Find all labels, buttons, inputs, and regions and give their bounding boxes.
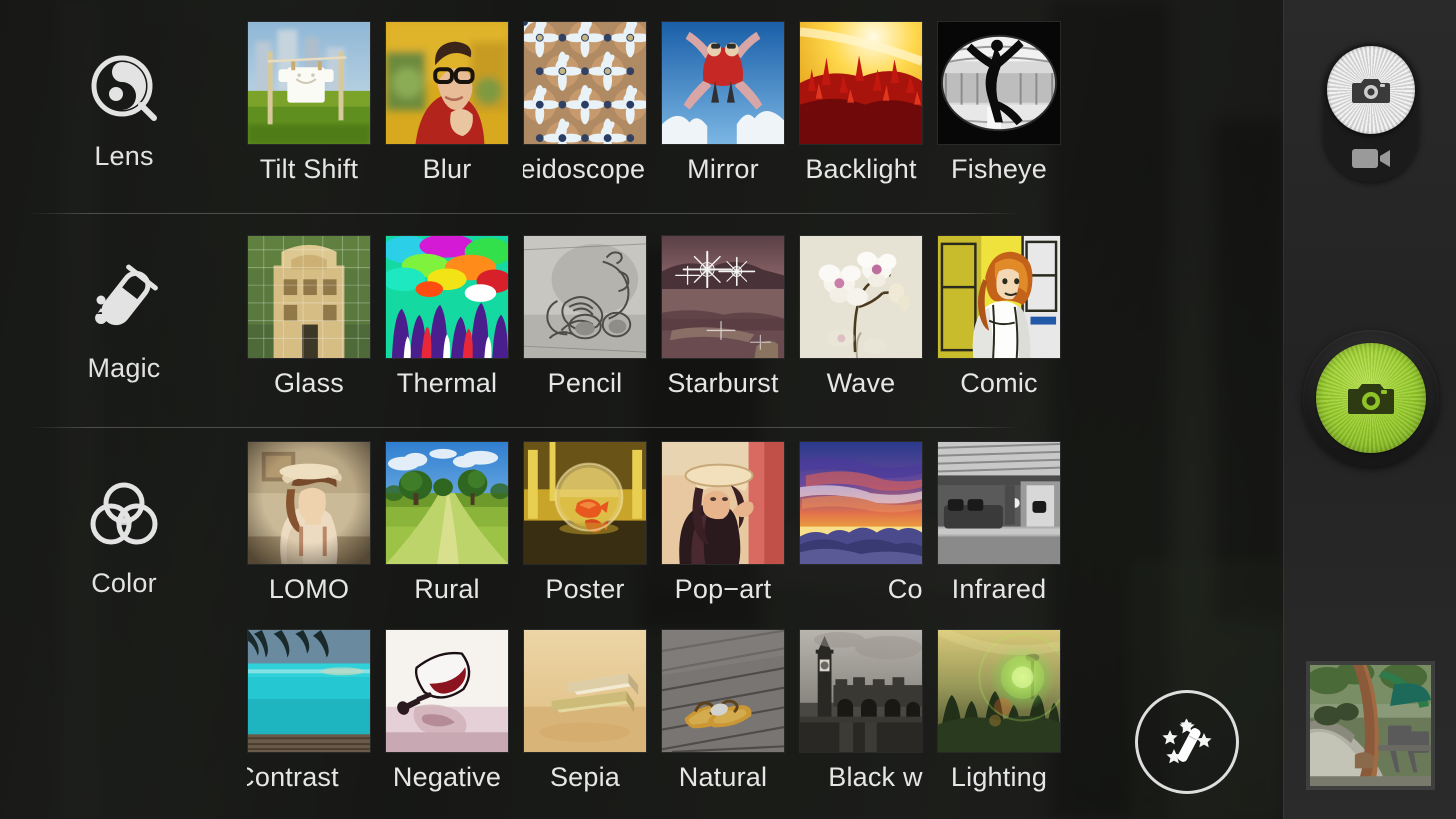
- video-mode-button[interactable]: [1323, 134, 1419, 182]
- sepia-thumb: [523, 629, 647, 753]
- effect-tile[interactable]: LOMO: [247, 441, 371, 605]
- effect-tile[interactable]: Colors: [799, 441, 923, 605]
- contrast-thumb: [247, 629, 371, 753]
- effect-tile[interactable]: Contrast: [247, 629, 371, 793]
- effect-label: Comic: [960, 368, 1038, 398]
- effect-tile[interactable]: Starburst: [661, 235, 785, 399]
- effect-tile[interactable]: Natural: [661, 629, 785, 793]
- effect-label: Negative: [392, 762, 502, 792]
- mirror-thumb: [661, 21, 785, 145]
- effect-label: Tilt Shift: [259, 154, 359, 184]
- effect-label: Backlight: [805, 154, 917, 184]
- effect-label: Wave: [826, 368, 896, 398]
- blur-thumb: [385, 21, 509, 145]
- effect-tile[interactable]: Infrared: [937, 441, 1061, 605]
- effect-label: Black white: [828, 762, 923, 792]
- natural-thumb: [661, 629, 785, 753]
- black-white-thumb: [799, 629, 923, 753]
- capture-mode-switch[interactable]: [1323, 42, 1419, 182]
- lomo-thumb: [247, 441, 371, 565]
- video-camera-icon: [1352, 149, 1390, 168]
- effect-label: Glass: [273, 368, 345, 398]
- effect-label: Colors: [887, 574, 923, 604]
- kaleidoscope-thumb: [523, 21, 647, 145]
- comic-thumb: [937, 235, 1061, 359]
- effect-tile[interactable]: Negative: [385, 629, 509, 793]
- effect-tile[interactable]: Blur: [385, 21, 509, 185]
- row-divider: [28, 213, 1020, 214]
- colors-thumb: [799, 441, 923, 565]
- effect-tile[interactable]: Pop−art: [661, 441, 785, 605]
- infrared-thumb: [937, 441, 1061, 565]
- effect-tile[interactable]: Glass: [247, 235, 371, 399]
- rural-thumb: [385, 441, 509, 565]
- camera-icon: [1352, 79, 1390, 103]
- backlight-thumb: [799, 21, 923, 145]
- effect-tile[interactable]: Thermal: [385, 235, 509, 399]
- effect-label: Blur: [422, 154, 472, 184]
- pop-art-thumb: [661, 441, 785, 565]
- shutter-button[interactable]: [1303, 330, 1439, 466]
- camera-icon: [1348, 383, 1394, 414]
- effect-label: Lighting: [950, 762, 1048, 792]
- effect-label: Poster: [545, 574, 625, 604]
- effect-label: Kaleidoscope: [523, 154, 646, 184]
- effect-label: Fisheye: [951, 154, 1047, 184]
- camera-effects-screen: Lens Magic Color Tilt Shift Blur eidosco…: [0, 0, 1456, 819]
- effect-tile[interactable]: Kaleidoscope: [523, 21, 647, 185]
- effect-label: Natural: [678, 762, 768, 792]
- effect-label: Pencil: [547, 368, 623, 398]
- effect-tile[interactable]: Wave: [799, 235, 923, 399]
- effect-label: Rural: [414, 574, 480, 604]
- effect-tile[interactable]: Sepia: [523, 629, 647, 793]
- negative-thumb: [385, 629, 509, 753]
- glass-thumb: [247, 235, 371, 359]
- photo-mode-button[interactable]: [1327, 46, 1415, 134]
- last-photo-thumbnail[interactable]: [1306, 661, 1435, 790]
- pencil-thumb: [523, 235, 647, 359]
- effect-tile[interactable]: Tilt Shift: [247, 21, 371, 185]
- wave-thumb: [799, 235, 923, 359]
- poster-thumb: [523, 441, 647, 565]
- effect-tile[interactable]: Comic: [937, 235, 1061, 399]
- fisheye-thumb: [937, 21, 1061, 145]
- effect-label: Infrared: [951, 574, 1047, 604]
- tilt-shift-thumb: [247, 21, 371, 145]
- row-divider: [28, 427, 1020, 428]
- effect-label: Thermal: [396, 368, 498, 398]
- effect-tile[interactable]: Lighting: [937, 629, 1061, 793]
- effects-grid: Tilt Shift Blur eidoscope Mirror Backlig…: [0, 0, 1283, 819]
- effect-label: Sepia: [549, 762, 621, 792]
- effect-tile[interactable]: Fisheye: [937, 21, 1061, 185]
- effect-label: Pop−art: [674, 574, 772, 604]
- lighting-thumb: [937, 629, 1061, 753]
- effect-label: Starburst: [667, 368, 779, 398]
- shutter-inner[interactable]: [1316, 343, 1426, 453]
- effect-tile[interactable]: Poster: [523, 441, 647, 605]
- effect-tile[interactable]: Rural: [385, 441, 509, 605]
- effect-tile[interactable]: Black white: [799, 629, 923, 793]
- magic-wand-button[interactable]: [1135, 690, 1239, 794]
- effect-label: LOMO: [268, 574, 350, 604]
- starburst-thumb: [661, 235, 785, 359]
- thermal-thumb: [385, 235, 509, 359]
- effect-tile[interactable]: Pencil: [523, 235, 647, 399]
- effect-label: Mirror: [687, 154, 759, 184]
- effect-tile[interactable]: Mirror: [661, 21, 785, 185]
- effect-tile[interactable]: Backlight: [799, 21, 923, 185]
- effect-label: Contrast: [247, 762, 339, 792]
- camera-controls-column: [1283, 0, 1456, 819]
- magic-wand-icon: [1162, 718, 1212, 764]
